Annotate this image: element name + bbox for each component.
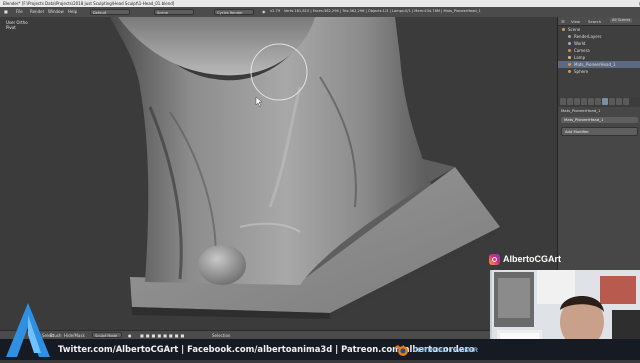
- outliner-item[interactable]: RenderLayers: [558, 33, 640, 40]
- sculpt-mesh[interactable]: [0, 17, 557, 330]
- outliner-filter-select[interactable]: All Scenes: [610, 18, 633, 23]
- object-tab-icon[interactable]: [588, 98, 594, 105]
- channel-logo-icon: [6, 303, 50, 357]
- certified-trainer-badge: CERTIFIED TRAINER: [392, 340, 478, 360]
- instagram-handle: AlbertoCGArt: [489, 252, 561, 266]
- outliner-item-label: World: [574, 41, 586, 46]
- outliner-item-label: Lamp: [574, 55, 586, 60]
- material-tab-icon[interactable]: [616, 98, 622, 105]
- layout-select[interactable]: Default: [90, 9, 130, 15]
- mode-select[interactable]: Sculpt Mode: [92, 332, 122, 338]
- outliner-panel: ☰ View Search All Scenes Scene RenderLaye…: [557, 17, 640, 97]
- outliner-item[interactable]: Sphere: [558, 68, 640, 75]
- outliner-item[interactable]: World: [558, 40, 640, 47]
- outliner-list: Scene RenderLayers World Camera Lamp Mats_Pio…: [558, 26, 640, 75]
- window-titlebar: Blender* [F:\Projects Data\Projects\2018…: [0, 0, 640, 7]
- outliner-item-icon: [562, 28, 565, 31]
- menu-render[interactable]: Render: [30, 9, 44, 14]
- selection-label: Selection: [212, 333, 231, 338]
- blender-logo-icon: ◉: [262, 9, 266, 14]
- render-engine-select[interactable]: Cycles Render: [214, 9, 254, 15]
- outliner-header: ☰ View Search All Scenes: [558, 17, 640, 26]
- outliner-search-menu[interactable]: Search: [588, 19, 601, 24]
- shading-icon[interactable]: ●: [128, 333, 132, 338]
- version-label: v2.79: [270, 9, 281, 13]
- outliner-item[interactable]: Camera: [558, 47, 640, 54]
- menu-help[interactable]: Help: [68, 9, 77, 14]
- outliner-item-label: Scene: [568, 27, 581, 32]
- layers-tab-icon[interactable]: [567, 98, 573, 105]
- instagram-icon: [489, 253, 500, 265]
- texture-tab-icon[interactable]: [623, 98, 629, 105]
- properties-tabs: [558, 97, 640, 107]
- scene-stats: Verts:181,810 | Faces:362,296 | Tris:362…: [284, 9, 481, 13]
- hide-mask-menu[interactable]: Hide/Mask: [64, 333, 85, 338]
- object-name-field[interactable]: Mats_PioneerHead_1: [561, 117, 638, 123]
- outliner-item[interactable]: Lamp: [558, 54, 640, 61]
- channel-logo: [3, 301, 53, 359]
- outliner-item-icon: [568, 56, 571, 59]
- scene-tab-icon[interactable]: [574, 98, 580, 105]
- outliner-item-icon: [568, 63, 571, 66]
- outliner-item-label: Mats_PioneerHead_1: [574, 62, 616, 67]
- scene-select[interactable]: Scene: [154, 9, 194, 15]
- outliner-item-label: Sphere: [574, 69, 589, 74]
- add-modifier-button[interactable]: Add Modifier: [561, 127, 638, 136]
- certified-trainer-text: CERTIFIED TRAINER: [413, 346, 478, 354]
- outliner-item-icon: [568, 42, 571, 45]
- instagram-text: AlbertoCGArt: [503, 254, 561, 264]
- menu-window[interactable]: Window: [48, 9, 64, 14]
- world-tab-icon[interactable]: [581, 98, 587, 105]
- outliner-editor-icon[interactable]: ☰: [561, 19, 565, 24]
- constraints-tab-icon[interactable]: [595, 98, 601, 105]
- outliner-item-icon: [568, 49, 571, 52]
- outliner-item-label: Camera: [574, 48, 590, 53]
- window-title: Blender* [F:\Projects Data\Projects\2018…: [3, 1, 175, 6]
- social-footer: Twitter.com/AlbertoCGArt | Facebook.com/…: [0, 339, 640, 360]
- outliner-view-menu[interactable]: View: [571, 19, 580, 24]
- 3d-viewport[interactable]: User Ortho Pivot: [0, 17, 557, 330]
- outliner-item-icon: [568, 70, 571, 73]
- outliner-item[interactable]: Mats_PioneerHead_1: [558, 61, 640, 68]
- blender-logo-icon: [393, 345, 408, 356]
- properties-breadcrumb: Mats_PioneerHead_1: [561, 108, 601, 113]
- editor-type-icon[interactable]: ■: [4, 9, 8, 14]
- outliner-item-label: RenderLayers: [574, 34, 602, 39]
- menu-file[interactable]: File: [16, 9, 23, 14]
- pivot-label: Pivot: [6, 25, 16, 30]
- outliner-item-icon: [568, 35, 571, 38]
- render-tab-icon[interactable]: [560, 98, 566, 105]
- outliner-item[interactable]: Scene: [558, 26, 640, 33]
- data-tab-icon[interactable]: [609, 98, 615, 105]
- modifiers-tab-icon[interactable]: [602, 98, 608, 105]
- layers-icon[interactable]: ■■■■■■■■: [140, 333, 186, 338]
